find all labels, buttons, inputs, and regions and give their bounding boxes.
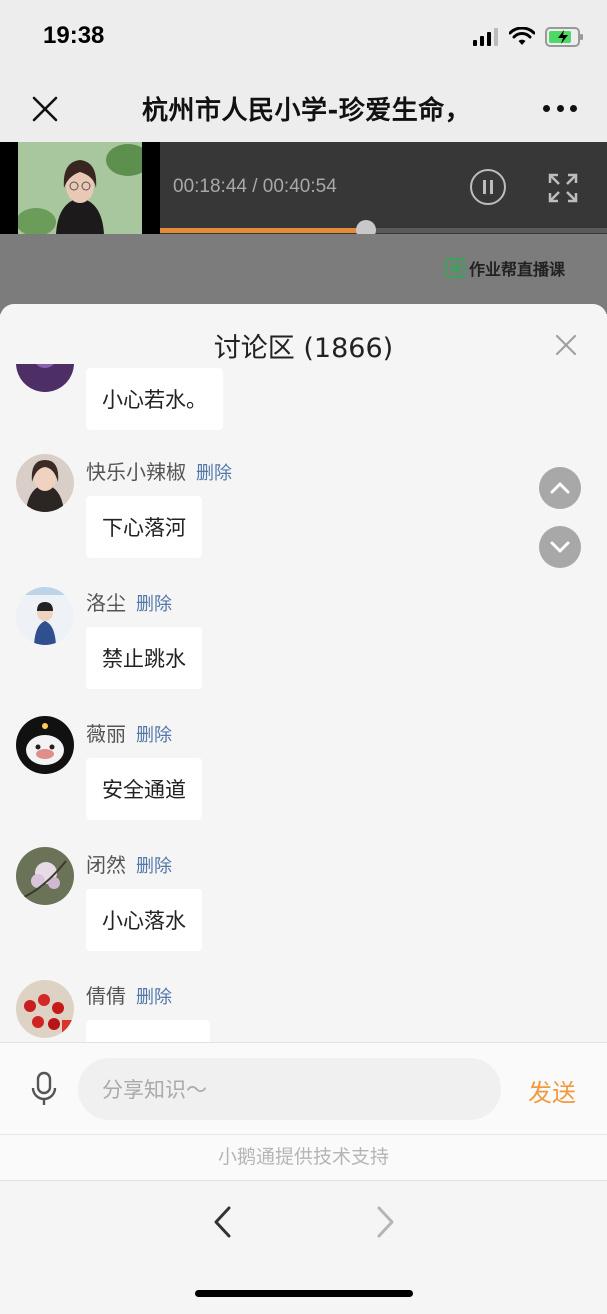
progress-bar[interactable]	[160, 220, 607, 240]
discussion-title: 讨论区 (1866)	[213, 333, 394, 364]
nav-bar: 杭州市人民小学-珍爱生命，	[0, 72, 607, 142]
message-bubble: 小心若水。	[86, 368, 223, 430]
user-name: 洛尘	[86, 591, 126, 615]
status-bar: 19:38	[0, 0, 607, 72]
chevron-down-icon	[550, 541, 570, 553]
signal-icon	[473, 28, 498, 46]
list-item: 闭然 删除 小心落水	[0, 847, 607, 967]
presenter-image	[18, 142, 142, 234]
more-icon[interactable]	[543, 96, 577, 120]
wifi-icon	[509, 27, 535, 45]
delete-link[interactable]: 删除	[136, 987, 172, 1008]
avatar[interactable]	[16, 454, 74, 512]
scroll-down-button[interactable]	[539, 526, 581, 568]
battery-icon	[545, 27, 583, 47]
delete-link[interactable]: 删除	[136, 725, 172, 746]
page-title: 杭州市人民小学-珍爱生命，	[142, 96, 472, 126]
message-bubble	[86, 1020, 210, 1042]
close-icon[interactable]	[28, 92, 62, 126]
fullscreen-icon[interactable]	[548, 173, 578, 203]
message-list[interactable]: 小心若水。 快乐小辣椒 删除 下心落河 洛尘 删除 禁止跳水 薇丽 删除 安全通…	[0, 364, 607, 1042]
delete-link[interactable]: 删除	[196, 463, 232, 484]
list-item: 小心若水。	[0, 364, 607, 454]
microphone-icon[interactable]	[30, 1071, 58, 1107]
chevron-up-icon	[550, 482, 570, 494]
avatar[interactable]	[16, 364, 74, 392]
slide-logo: 课 作业帮直播课	[445, 256, 565, 280]
back-arrow-icon[interactable]	[210, 1205, 236, 1239]
input-bar: 分享知识～ 发送	[0, 1042, 607, 1134]
message-bubble: 小心落水	[86, 889, 202, 951]
message-bubble: 安全通道	[86, 758, 202, 820]
playback-time: 00:18:44 / 00:40:54	[173, 176, 337, 197]
slide-background: 课 作业帮直播课	[0, 234, 607, 314]
send-button[interactable]: 发送	[528, 1073, 576, 1108]
support-text: 小鹅通提供技术支持	[0, 1134, 607, 1180]
message-bubble: 禁止跳水	[86, 627, 202, 689]
avatar[interactable]	[16, 847, 74, 905]
avatar[interactable]	[16, 587, 74, 645]
video-player[interactable]: 00:18:44 / 00:40:54	[0, 142, 607, 234]
list-item: 薇丽 删除 安全通道	[0, 716, 607, 836]
avatar[interactable]	[16, 716, 74, 774]
delete-link[interactable]: 删除	[136, 594, 172, 615]
user-name: 薇丽	[86, 722, 126, 746]
user-name: 倩倩	[86, 984, 126, 1008]
discussion-panel: 讨论区 (1866) 小心若水。 快乐小辣椒 删除 下心落河 洛尘 删除 禁止跳…	[0, 304, 607, 1314]
forward-arrow-icon[interactable]	[372, 1205, 398, 1239]
home-indicator	[195, 1290, 413, 1297]
message-input[interactable]: 分享知识～	[78, 1058, 501, 1120]
video-thumbnail	[0, 142, 160, 234]
panel-close-icon[interactable]	[555, 334, 577, 356]
list-item: 倩倩 删除	[0, 978, 607, 1042]
logo-text: 作业帮直播课	[469, 260, 566, 279]
message-bubble: 下心落河	[86, 496, 202, 558]
user-name: 闭然	[86, 853, 126, 877]
list-item: 洛尘 删除 禁止跳水	[0, 585, 607, 705]
user-name: 快乐小辣椒	[86, 460, 186, 484]
progress-fill	[160, 228, 366, 233]
avatar[interactable]	[16, 980, 74, 1038]
status-time: 19:38	[43, 22, 105, 49]
scroll-up-button[interactable]	[539, 467, 581, 509]
status-icons	[473, 26, 585, 48]
delete-link[interactable]: 删除	[136, 856, 172, 877]
list-item: 快乐小辣椒 删除 下心落河	[0, 454, 607, 574]
logo-badge: 课	[445, 258, 465, 278]
pause-icon[interactable]	[470, 169, 506, 205]
